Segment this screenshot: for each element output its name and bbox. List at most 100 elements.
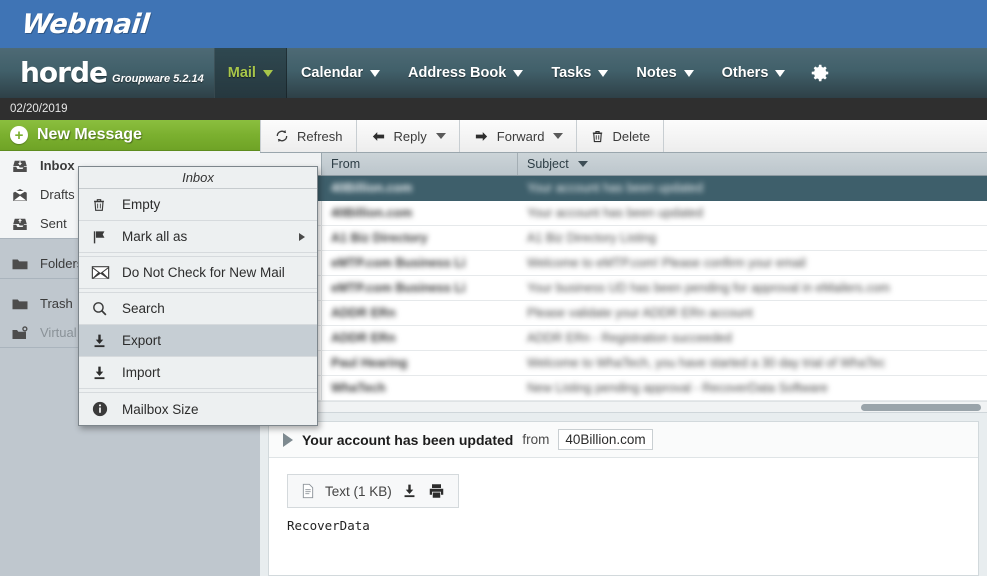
- row-from: ADDR ERn: [331, 331, 396, 345]
- chevron-down-icon: [598, 69, 609, 77]
- table-row[interactable]: 40Billion.com Your account has been upda…: [260, 176, 987, 201]
- preview-subject-line: Your account has been updated from 40Bil…: [269, 422, 978, 458]
- sidebar-item-label: Sent: [40, 216, 67, 231]
- sent-icon: [13, 218, 27, 230]
- horde-nav-bar: horde Groupware 5.2.14 Mail Calendar Add…: [0, 48, 987, 98]
- row-from: WhaTech: [331, 381, 386, 395]
- context-menu-item-mailbox-size[interactable]: Mailbox Size: [79, 393, 317, 425]
- context-menu-item-export[interactable]: Export: [79, 325, 317, 357]
- table-row[interactable]: eMTP.com Business Li Your business UD ha…: [260, 276, 987, 301]
- horde-logo[interactable]: horde Groupware 5.2.14: [0, 59, 214, 87]
- sidebar-item-label: Drafts: [40, 187, 75, 202]
- row-from: 40Billion.com: [331, 181, 413, 195]
- nav-item-address-book[interactable]: Address Book: [394, 48, 537, 98]
- table-row[interactable]: 40Billion.com Your account has been upda…: [260, 201, 987, 226]
- table-row[interactable]: A1 Biz Directory A1 Biz Directory Listin…: [260, 226, 987, 251]
- column-header-from-label: From: [331, 157, 361, 171]
- toolbar-button-label: Delete: [612, 128, 651, 144]
- context-menu-item-label: Mailbox Size: [122, 401, 199, 417]
- triangle-right-icon[interactable]: [283, 432, 293, 447]
- current-date: 02/20/2019: [10, 103, 68, 115]
- folder-icon: [12, 259, 28, 269]
- nav-item-mail[interactable]: Mail: [213, 48, 287, 98]
- table-row[interactable]: Paul Hearing Welcome to WhaTech, you hav…: [260, 351, 987, 376]
- nav-item-tasks[interactable]: Tasks: [537, 48, 622, 98]
- message-list[interactable]: 40Billion.com Your account has been upda…: [260, 176, 987, 413]
- printer-icon[interactable]: [427, 482, 446, 500]
- context-menu-item-do-not-check-for-new-mail[interactable]: Do Not Check for New Mail: [79, 257, 317, 289]
- trash-icon: [593, 130, 603, 142]
- preview-sender[interactable]: 40Billion.com: [558, 429, 653, 450]
- context-menu-item-import[interactable]: Import: [79, 357, 317, 389]
- toolbar-button-label: Reply: [393, 128, 427, 144]
- document-icon: [302, 483, 314, 499]
- date-strip: 02/20/2019: [0, 98, 987, 120]
- settings-button[interactable]: [799, 48, 847, 98]
- row-from: ADDR ERn: [331, 306, 396, 320]
- forward-button[interactable]: Forward: [460, 120, 578, 152]
- nav-item-label: Mail: [227, 65, 256, 81]
- chevron-down-icon: [262, 69, 273, 77]
- row-subject: Welcome to eMTP.com! Please confirm your…: [527, 256, 806, 270]
- context-menu-item-empty[interactable]: Empty: [79, 189, 317, 221]
- row-from: eMTP.com Business Li: [331, 256, 466, 270]
- sidebar-item-label: Trash: [40, 296, 73, 311]
- webmail-logo: Webmail: [20, 8, 151, 40]
- drafts-envelope-icon: [13, 188, 27, 201]
- context-menu-item-label: Do Not Check for New Mail: [122, 265, 285, 280]
- inbox-context-menu[interactable]: Inbox Empty Mark all as Do Not Check for…: [78, 166, 318, 426]
- horde-logo-text: horde: [20, 56, 108, 89]
- download-icon[interactable]: [401, 482, 418, 500]
- row-subject: ADDR ERn - Registration succeeded: [527, 331, 732, 345]
- nav-items: Mail Calendar Address Book Tasks Notes O…: [213, 48, 800, 98]
- context-menu-item-label: Import: [122, 365, 161, 380]
- table-row[interactable]: WhaTech New Listing pending approval - R…: [260, 376, 987, 401]
- chevron-down-icon[interactable]: [553, 133, 564, 139]
- nav-item-label: Tasks: [551, 65, 592, 81]
- row-subject: Please validate your ADDR ERn account: [527, 306, 753, 320]
- context-menu-item-label: Export: [122, 333, 162, 348]
- column-header-from[interactable]: From: [322, 153, 518, 175]
- sidebar-item-label: Folders: [40, 256, 84, 271]
- submenu-arrow-icon: [299, 232, 305, 241]
- table-row[interactable]: eMTP.com Business Li Welcome to eMTP.com…: [260, 251, 987, 276]
- nav-item-notes[interactable]: Notes: [622, 48, 707, 98]
- context-menu-item-search[interactable]: Search: [79, 293, 317, 325]
- toolbar-button-label: Forward: [496, 128, 545, 144]
- toolbar-button-label: Refresh: [297, 128, 343, 144]
- new-message-button[interactable]: + New Message: [0, 120, 260, 151]
- column-header-subject[interactable]: Subject: [518, 157, 987, 171]
- row-subject: Your account has been updated: [527, 206, 704, 220]
- refresh-button[interactable]: Refresh: [260, 120, 357, 152]
- reply-button[interactable]: Reply: [357, 120, 460, 152]
- attachment-area: Text (1 KB): [269, 458, 978, 508]
- download-icon: [91, 332, 117, 350]
- table-row[interactable]: ADDR ERn ADDR ERn - Registration succeed…: [260, 326, 987, 351]
- chevron-down-icon: [683, 69, 694, 77]
- nav-item-calendar[interactable]: Calendar: [287, 48, 394, 98]
- context-menu-title: Inbox: [79, 167, 317, 189]
- row-subject: A1 Biz Directory Listing: [527, 231, 657, 245]
- preview-inner: Your account has been updated from 40Bil…: [268, 421, 979, 576]
- attachment-label: Text (1 KB): [325, 483, 392, 499]
- table-row[interactable]: ADDR ERn Please validate your ADDR ERn a…: [260, 301, 987, 326]
- right-pane: Refresh Reply Forward Delete From Subjec…: [260, 120, 987, 576]
- context-menu-item-mark-all-as[interactable]: Mark all as: [79, 221, 317, 253]
- chevron-down-icon[interactable]: [435, 133, 446, 139]
- preview-subject: Your account has been updated: [302, 431, 514, 448]
- plus-circle-icon: +: [10, 126, 28, 144]
- chevron-down-icon: [513, 69, 524, 77]
- top-banner: Webmail: [0, 0, 987, 48]
- scrollbar-thumb[interactable]: [861, 404, 981, 411]
- info-icon: [91, 400, 117, 418]
- nav-item-others[interactable]: Others: [708, 48, 800, 98]
- attachment-item[interactable]: Text (1 KB): [287, 474, 459, 508]
- arrow-right-icon: [475, 131, 487, 141]
- horizontal-scrollbar[interactable]: [260, 401, 987, 412]
- delete-button[interactable]: Delete: [577, 120, 665, 152]
- message-toolbar: Refresh Reply Forward Delete: [260, 120, 987, 153]
- chevron-down-icon: [577, 161, 588, 167]
- magnifier-icon: [91, 300, 117, 317]
- row-subject: Your business UD has been pending for ap…: [527, 281, 890, 295]
- message-list-header: From Subject: [260, 153, 987, 176]
